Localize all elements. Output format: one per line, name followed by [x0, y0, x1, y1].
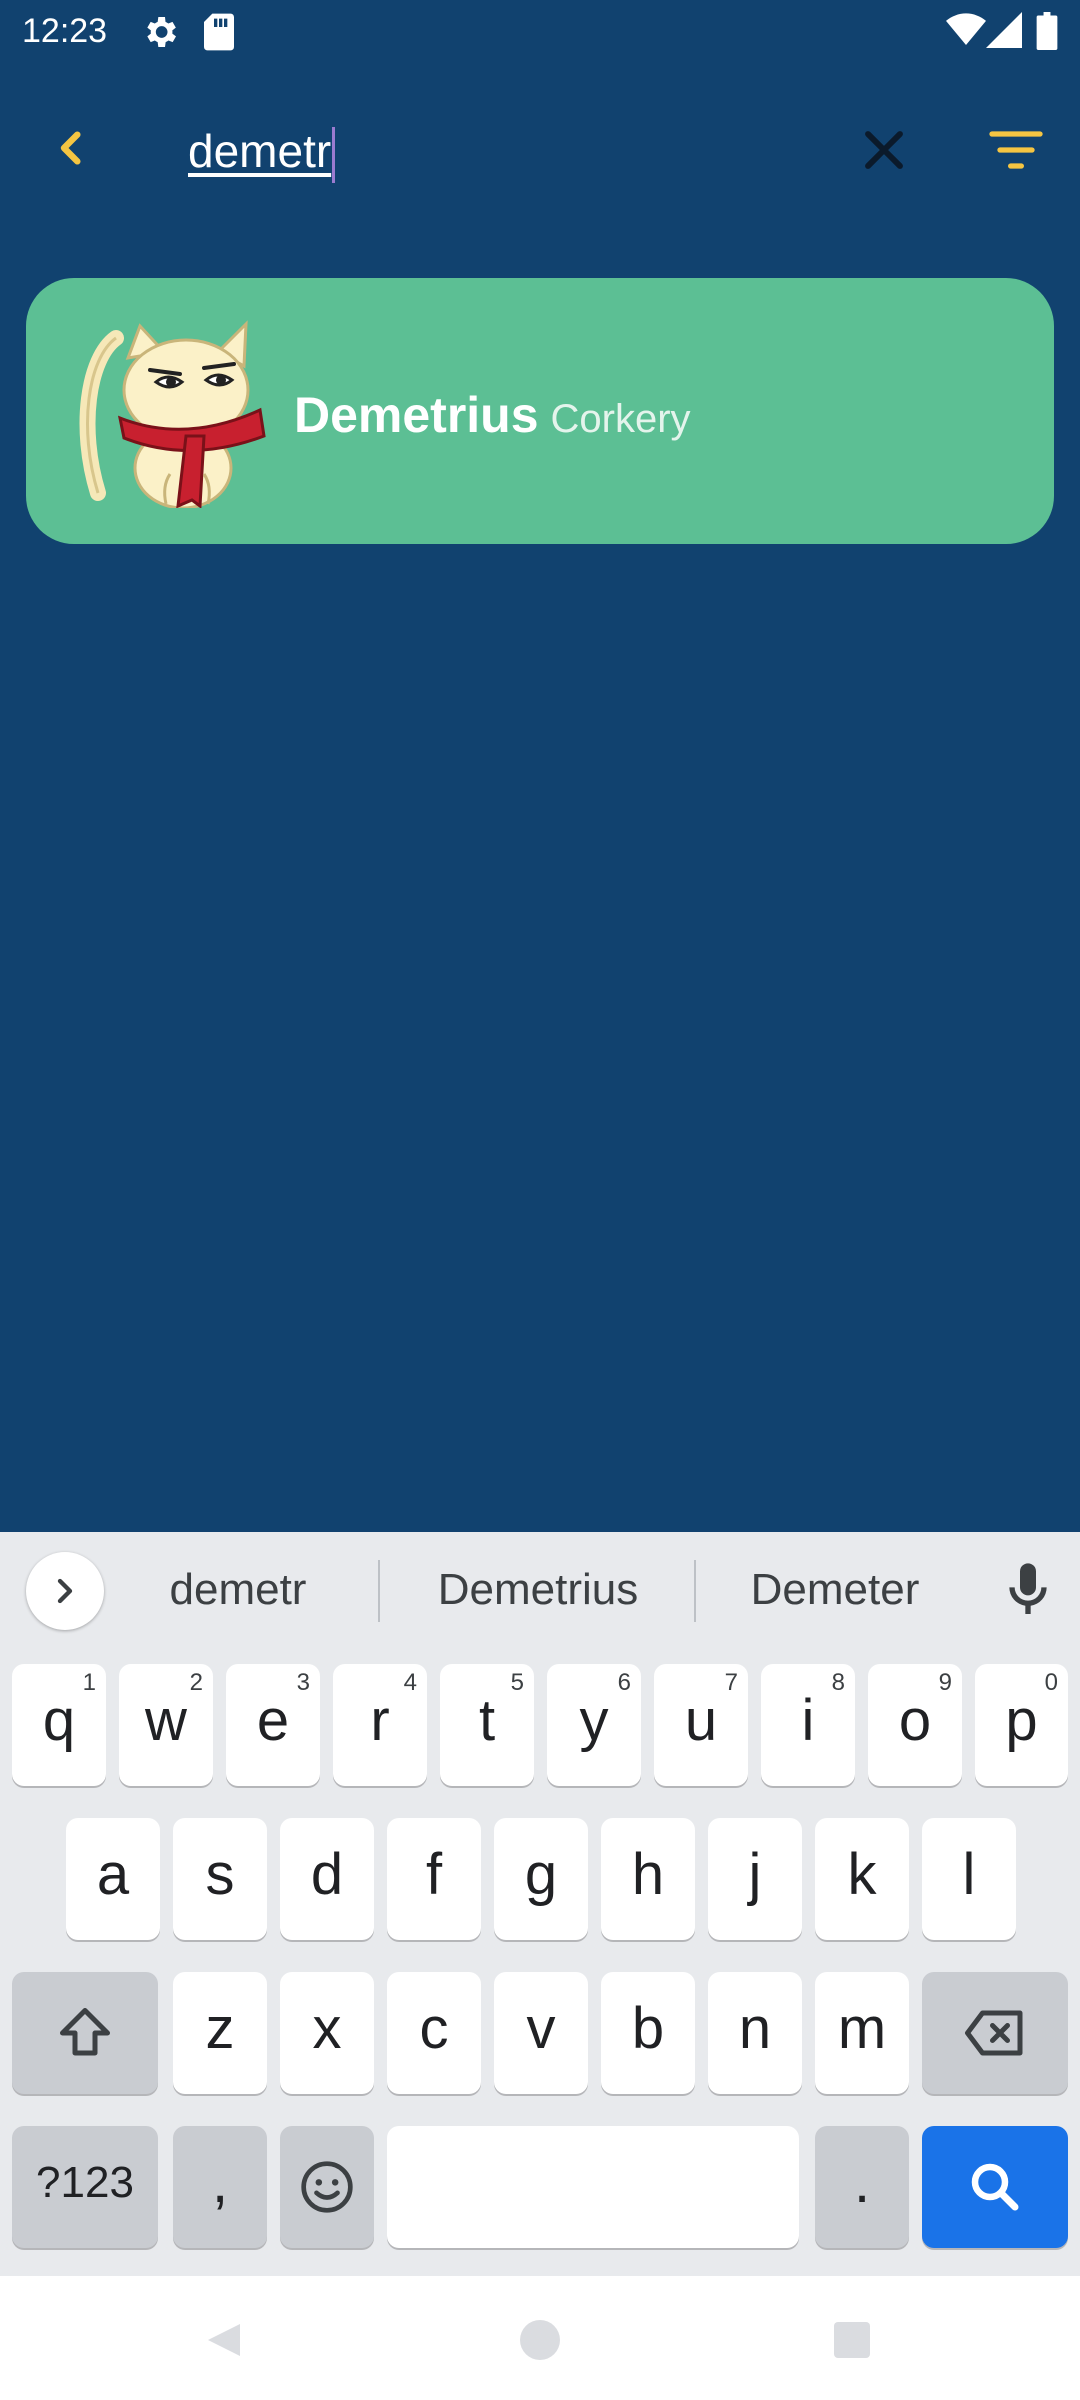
suggestion-strip: demetr Demetrius Demeter	[0, 1532, 1080, 1648]
key-t[interactable]: t5	[440, 1664, 534, 1786]
emoji-key[interactable]	[280, 2126, 374, 2248]
key-z[interactable]: z	[173, 1972, 267, 2094]
space-key[interactable]	[387, 2126, 799, 2248]
chevron-left-icon	[40, 131, 104, 184]
microphone-icon	[996, 1563, 1060, 1626]
suggestion-3[interactable]: Demeter	[724, 1560, 946, 1620]
key-f[interactable]: f	[387, 1818, 481, 1940]
comma-key[interactable]: ,	[173, 2126, 267, 2248]
chevron-right-icon	[45, 1571, 85, 1616]
suggestion-2[interactable]: Demetrius	[410, 1560, 666, 1620]
key-n[interactable]: n	[708, 1972, 802, 2094]
key-h[interactable]: h	[601, 1818, 695, 1940]
key-w[interactable]: w2	[119, 1664, 213, 1786]
key-v[interactable]: v	[494, 1972, 588, 2094]
key-p[interactable]: p0	[975, 1664, 1068, 1786]
backspace-icon	[961, 2003, 1029, 2077]
sd-card-icon	[202, 12, 236, 61]
search-input-value: demetr	[188, 125, 332, 177]
contact-last-name: Corkery	[550, 397, 691, 441]
close-icon	[852, 131, 916, 186]
contact-first-name: Demetrius	[294, 387, 539, 443]
key-e[interactable]: e3	[226, 1664, 320, 1786]
suggestion-1[interactable]: demetr	[130, 1560, 346, 1620]
search-action-key[interactable]	[922, 2126, 1068, 2248]
backspace-key[interactable]	[922, 1972, 1068, 2094]
key-q[interactable]: q1	[12, 1664, 106, 1786]
search-icon	[965, 2157, 1025, 2231]
nav-home-icon[interactable]	[516, 2316, 564, 2369]
contact-name: Demetrius Corkery	[294, 380, 691, 450]
key-i[interactable]: i8	[761, 1664, 855, 1786]
key-c[interactable]: c	[387, 1972, 481, 2094]
symbols-key[interactable]: ?123	[12, 2126, 158, 2248]
cat-avatar-image	[68, 318, 278, 510]
soft-keyboard: demetr Demetrius Demeter q1 w2 e3 r4 t5 …	[0, 1532, 1080, 2276]
key-j[interactable]: j	[708, 1818, 802, 1940]
wifi-icon	[946, 12, 986, 57]
key-d[interactable]: d	[280, 1818, 374, 1940]
result-card[interactable]: Demetrius Corkery	[26, 278, 1054, 544]
key-u[interactable]: u7	[654, 1664, 748, 1786]
filter-button[interactable]	[984, 118, 1048, 182]
shift-arrow-icon	[55, 2003, 115, 2077]
text-caret	[332, 126, 336, 183]
clear-search-button[interactable]	[852, 118, 916, 182]
nav-recents-icon[interactable]	[828, 2316, 876, 2369]
key-s[interactable]: s	[173, 1818, 267, 1940]
gear-icon	[140, 12, 180, 61]
emoji-icon	[299, 2159, 355, 2229]
key-r[interactable]: r4	[333, 1664, 427, 1786]
key-b[interactable]: b	[601, 1972, 695, 2094]
suggestion-divider	[378, 1560, 380, 1622]
status-time: 12:23	[22, 12, 108, 50]
search-toolbar: demetr	[0, 64, 1080, 232]
key-l[interactable]: l	[922, 1818, 1016, 1940]
shift-key[interactable]	[12, 1972, 158, 2094]
battery-icon	[1036, 12, 1058, 59]
key-a[interactable]: a	[66, 1818, 160, 1940]
filter-icon	[984, 131, 1048, 186]
cell-signal-icon	[986, 12, 1022, 57]
key-x[interactable]: x	[280, 1972, 374, 2094]
back-button[interactable]	[40, 116, 104, 180]
key-k[interactable]: k	[815, 1818, 909, 1940]
period-key[interactable]: .	[815, 2126, 909, 2248]
key-m[interactable]: m	[815, 1972, 909, 2094]
system-nav-bar	[0, 2276, 1080, 2400]
search-input[interactable]: demetr	[188, 116, 336, 186]
nav-back-icon[interactable]	[200, 2316, 248, 2369]
voice-input-button[interactable]	[996, 1558, 1060, 1622]
expand-toolbar-button[interactable]	[26, 1552, 104, 1630]
status-bar: 12:23	[0, 0, 1080, 64]
key-o[interactable]: o9	[868, 1664, 962, 1786]
key-y[interactable]: y6	[547, 1664, 641, 1786]
suggestion-divider	[694, 1560, 696, 1622]
key-g[interactable]: g	[494, 1818, 588, 1940]
